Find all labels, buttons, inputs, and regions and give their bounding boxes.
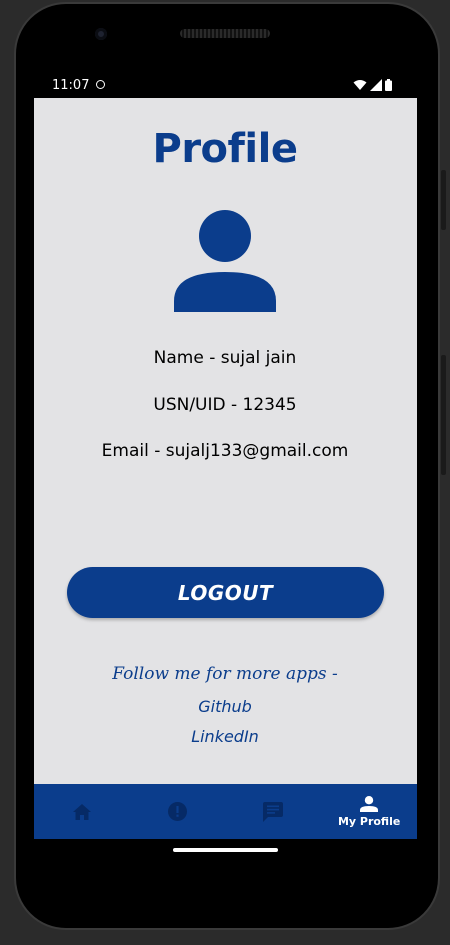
- sync-icon: [96, 80, 105, 89]
- signal-icon: [370, 79, 382, 91]
- status-icons: [353, 79, 392, 91]
- nav-item-home[interactable]: [34, 784, 130, 839]
- status-time: 11:07: [52, 78, 90, 93]
- logout-button[interactable]: LOGOUT: [67, 567, 384, 618]
- github-link[interactable]: Github: [0, 697, 450, 716]
- chat-icon: [263, 801, 284, 822]
- profile-usn: USN/UID - 12345: [153, 395, 297, 415]
- follow-text: Follow me for more apps -: [112, 664, 338, 684]
- gesture-navigation-bar[interactable]: [173, 848, 278, 852]
- page-title: Profile: [152, 126, 298, 172]
- nav-item-my-profile[interactable]: My Profile: [321, 784, 417, 839]
- linkedin-link[interactable]: LinkedIn: [0, 727, 450, 746]
- nav-item-alerts[interactable]: [130, 784, 226, 839]
- alert-icon: [168, 802, 188, 821]
- home-icon: [72, 803, 91, 820]
- profile-name: Name - sujal jain: [153, 348, 297, 368]
- wifi-icon: [353, 80, 367, 90]
- battery-icon: [385, 79, 392, 91]
- bottom-navigation: My Profile: [34, 784, 417, 839]
- phone-speaker: [180, 29, 270, 38]
- status-bar: 11:07: [34, 73, 417, 98]
- person-icon: [360, 795, 379, 812]
- phone-side-button: [441, 170, 446, 230]
- nav-item-messages[interactable]: [226, 784, 322, 839]
- profile-email: Email - sujalj133@gmail.com: [101, 441, 349, 461]
- phone-camera: [95, 28, 107, 40]
- nav-label-my-profile: My Profile: [337, 814, 401, 828]
- avatar-person-icon: [174, 210, 276, 312]
